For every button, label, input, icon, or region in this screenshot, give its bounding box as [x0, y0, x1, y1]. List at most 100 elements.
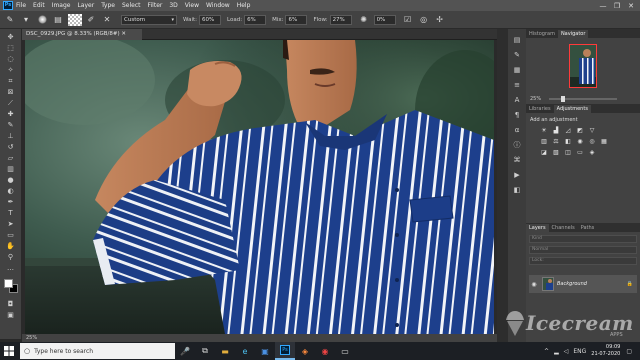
quick-mask-icon[interactable]: ◘ — [4, 299, 18, 309]
type-tool-icon[interactable]: T — [4, 208, 18, 218]
marquee-tool-icon[interactable]: ⬚ — [4, 43, 18, 53]
photo-canvas[interactable] — [25, 40, 494, 334]
move-tool-icon[interactable]: ✥ — [4, 32, 18, 42]
photo-filter-icon[interactable]: ◉ — [576, 138, 584, 145]
media-app-icon[interactable]: ◉ — [315, 342, 335, 360]
color-swatches[interactable] — [3, 278, 19, 294]
menu-filter[interactable]: Filter — [148, 2, 163, 9]
notifications-icon[interactable]: ▢ — [626, 348, 632, 355]
edge-browser-icon[interactable]: e — [235, 342, 255, 360]
menu-type[interactable]: Type — [101, 2, 115, 9]
black-white-icon[interactable]: ◧ — [564, 138, 572, 145]
color-balance-icon[interactable]: ⚖ — [552, 138, 560, 145]
menu-view[interactable]: View — [185, 2, 199, 9]
tab-channels[interactable]: Channels — [549, 224, 578, 232]
history-icon[interactable]: ▤ — [512, 35, 522, 45]
more-tools-icon[interactable]: … — [4, 263, 18, 273]
layer-name[interactable]: Background — [557, 281, 587, 287]
eye-icon[interactable]: ◉ — [529, 281, 539, 288]
threshold-icon[interactable]: ◫ — [564, 149, 572, 156]
hue-saturation-icon[interactable]: ▥ — [540, 138, 548, 145]
menu-file[interactable]: File — [16, 2, 26, 9]
taskbar-search-box[interactable]: ○ Type here to search — [20, 343, 175, 359]
navigator-thumbnail[interactable] — [569, 44, 597, 88]
eraser-tool-icon[interactable]: ▱ — [4, 153, 18, 163]
color-lookup-icon[interactable]: ▦ — [600, 138, 608, 145]
channel-mixer-icon[interactable]: ◎ — [588, 138, 596, 145]
tab-adjustments[interactable]: Adjustments — [553, 105, 591, 113]
file-explorer-icon[interactable]: ▬ — [215, 342, 235, 360]
generic-app-icon[interactable]: ▭ — [335, 342, 355, 360]
navigator-zoom-value[interactable]: 25% — [530, 96, 541, 102]
lasso-tool-icon[interactable]: ◌ — [4, 54, 18, 64]
levels-icon[interactable]: ▟ — [552, 127, 560, 134]
brightness-contrast-icon[interactable]: ☀ — [540, 127, 548, 134]
frame-tool-icon[interactable]: ⊠ — [4, 87, 18, 97]
actions-icon[interactable]: ▶ — [512, 170, 522, 180]
pen-tool-icon[interactable]: ✒ — [4, 197, 18, 207]
layer-lock-row[interactable]: Lock: — [529, 257, 637, 265]
navigator-zoom-slider[interactable] — [549, 96, 618, 102]
layer-filter-kind[interactable]: Kind — [529, 235, 637, 243]
menu-3d[interactable]: 3D — [169, 2, 177, 9]
mixer-brush-tool-icon[interactable]: ✎ — [4, 14, 16, 26]
mix-field[interactable]: 6% — [285, 14, 308, 25]
screen-mode-icon[interactable]: ▣ — [4, 310, 18, 320]
start-button[interactable] — [0, 342, 18, 360]
crop-tool-icon[interactable]: ⌗ — [4, 76, 18, 86]
history-brush-tool-icon[interactable]: ↺ — [4, 142, 18, 152]
blur-tool-icon[interactable]: ● — [4, 175, 18, 185]
vibrance-icon[interactable]: ▽ — [588, 127, 596, 134]
menu-image[interactable]: Image — [52, 2, 71, 9]
canvas-area[interactable] — [22, 40, 497, 334]
paths-icon[interactable]: ⌘ — [512, 155, 522, 165]
info-icon[interactable]: ⓘ — [512, 140, 522, 150]
zoom-tool-icon[interactable]: ⚲ — [4, 252, 18, 262]
task-view-icon[interactable]: ⧉ — [195, 342, 215, 360]
gradient-map-icon[interactable]: ▭ — [576, 149, 584, 156]
microphone-icon[interactable]: 🎤 — [175, 342, 195, 360]
chevron-down-icon[interactable]: ▾ — [20, 14, 32, 26]
angle-field[interactable]: 0% — [373, 14, 396, 25]
menu-layer[interactable]: Layer — [77, 2, 94, 9]
taskbar-clock[interactable]: 09:09 21-07-2020 — [591, 344, 620, 358]
eyedropper-tool-icon[interactable]: ⟋ — [4, 98, 18, 108]
brush-settings-icon[interactable]: ▤ — [52, 14, 64, 26]
current-load-swatch[interactable] — [68, 13, 82, 26]
foreground-color-swatch[interactable] — [3, 279, 13, 288]
color-icon[interactable]: ◧ — [512, 185, 522, 195]
language-icon[interactable]: ENG — [573, 348, 586, 355]
menu-window[interactable]: Window — [206, 2, 230, 9]
maximize-button[interactable]: ❐ — [610, 2, 624, 10]
menu-edit[interactable]: Edit — [33, 2, 45, 9]
zoom-slider-knob[interactable] — [561, 96, 566, 102]
brush-preset-icon[interactable] — [36, 14, 48, 26]
chevron-up-icon[interactable]: ^ — [544, 348, 549, 355]
tab-paths[interactable]: Paths — [578, 224, 598, 232]
load-brush-icon[interactable]: ✐ — [85, 14, 97, 26]
pressure-icon[interactable]: ◎ — [418, 14, 430, 26]
minimize-button[interactable]: — — [596, 2, 610, 10]
curves-icon[interactable]: ◿ — [564, 127, 572, 134]
wet-field[interactable]: 60% — [199, 14, 221, 25]
sample-all-layers-icon[interactable]: ☑ — [402, 14, 414, 26]
tab-navigator[interactable]: Navigator — [557, 30, 589, 38]
store-icon[interactable]: ▣ — [255, 342, 275, 360]
dodge-tool-icon[interactable]: ◐ — [4, 186, 18, 196]
layer-row-background[interactable]: ◉ Background 🔒 — [529, 275, 637, 293]
gradient-tool-icon[interactable]: ▥ — [4, 164, 18, 174]
document-tab[interactable]: DSC_0929.JPG @ 8.33% (RGB/8#) ✕ — [22, 29, 142, 40]
hand-tool-icon[interactable]: ✋ — [4, 241, 18, 251]
healing-brush-tool-icon[interactable]: ✚ — [4, 109, 18, 119]
network-icon[interactable]: ▂ — [554, 348, 559, 355]
shape-tool-icon[interactable]: ▭ — [4, 230, 18, 240]
photoshop-taskbar-icon[interactable]: Ps — [275, 342, 295, 360]
properties-icon[interactable]: ≡ — [512, 80, 522, 90]
tab-libraries[interactable]: Libraries — [526, 105, 554, 113]
path-select-tool-icon[interactable]: ➤ — [4, 219, 18, 229]
flow-field[interactable]: 27% — [329, 14, 352, 25]
paragraph-icon[interactable]: ¶ — [512, 110, 522, 120]
blend-preset-select[interactable]: Custom — [121, 14, 177, 25]
clean-brush-icon[interactable]: ✕ — [101, 14, 113, 26]
tab-histogram[interactable]: Histogram — [526, 30, 558, 38]
